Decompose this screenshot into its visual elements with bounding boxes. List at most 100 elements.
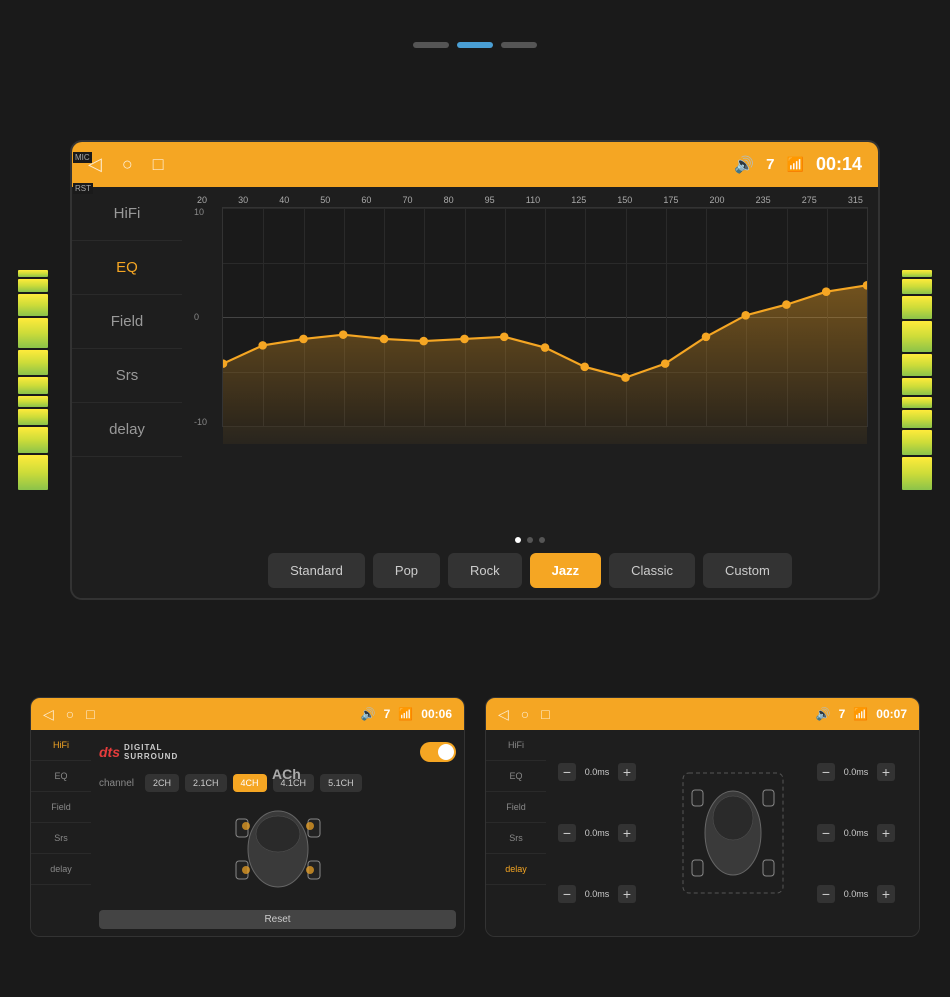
panel-left-time: 00:06 xyxy=(421,707,452,721)
delay-panel: ◁ ○ □ 🔊 7 📶 00:07 HiFi EQ Field Srs dela… xyxy=(485,697,920,937)
delay-row-rl: − 0.0ms + xyxy=(558,885,648,903)
delay-mr-plus[interactable]: + xyxy=(877,824,895,842)
surround-text: SURROUND xyxy=(124,752,178,761)
dts-panel: ◁ ○ □ 🔊 7 📶 00:06 HiFi EQ Field Srs dela… xyxy=(30,697,465,937)
preset-standard[interactable]: Standard xyxy=(268,553,365,588)
dts-main-content: dts DIGITAL SURROUND channel 2CH xyxy=(91,730,464,936)
eq-presets: Standard Pop Rock Jazz Classic Custom xyxy=(182,547,878,598)
preset-custom[interactable]: Custom xyxy=(703,553,792,588)
preset-jazz[interactable]: Jazz xyxy=(530,553,601,588)
dts-digital-surround: DIGITAL SURROUND xyxy=(124,743,178,761)
ach-label: ACh xyxy=(272,766,301,782)
dts-panel-body: HiFi EQ Field Srs delay dts DIGITAL SURR… xyxy=(31,730,464,936)
delay-row-ml: − 0.0ms + xyxy=(558,824,648,842)
delay-rl-value: 0.0ms xyxy=(580,889,614,899)
delay-ml-minus[interactable]: − xyxy=(558,824,576,842)
eq-page-dots xyxy=(182,537,878,543)
eq-dot-1[interactable] xyxy=(515,537,521,543)
panel-left-volume: 7 xyxy=(384,707,391,721)
delay-main-content: − 0.0ms + − 0.0ms + − 0.0ms + xyxy=(546,730,919,936)
delay-content: − 0.0ms + − 0.0ms + − 0.0ms + xyxy=(554,738,911,928)
delay-fl-plus[interactable]: + xyxy=(618,763,636,781)
panel-right-volume: 7 xyxy=(839,707,846,721)
nav-circle-icon[interactable]: ○ xyxy=(122,154,133,175)
delay-rr-plus[interactable]: + xyxy=(877,885,895,903)
delay-mr-minus[interactable]: − xyxy=(817,824,835,842)
sidebar-item-eq[interactable]: EQ xyxy=(72,241,182,295)
panel-left-signal: 📶 xyxy=(398,707,413,721)
delay-rl-minus[interactable]: − xyxy=(558,885,576,903)
panel-left-volume-icon: 🔊 xyxy=(361,707,376,721)
dts-sidebar-srs[interactable]: Srs xyxy=(31,823,91,854)
ch-2ch[interactable]: 2CH xyxy=(145,774,179,792)
delay-ml-plus[interactable]: + xyxy=(618,824,636,842)
panel-right-back[interactable]: ◁ xyxy=(498,706,509,723)
page-dot-3[interactable] xyxy=(501,42,537,48)
preset-pop[interactable]: Pop xyxy=(373,553,440,588)
dts-sidebar-field[interactable]: Field xyxy=(31,792,91,823)
ch-4ch[interactable]: 4CH xyxy=(233,774,267,792)
main-screen: ◁ ○ □ 🔊 7 📶 00:14 HiFi EQ Field Srs dela… xyxy=(70,140,880,600)
ch-21ch[interactable]: 2.1CH xyxy=(185,774,227,792)
delay-fr-value: 0.0ms xyxy=(839,767,873,777)
page-dot-2[interactable] xyxy=(457,42,493,48)
sidebar-item-hifi[interactable]: HiFi xyxy=(72,187,182,241)
panel-right-square[interactable]: □ xyxy=(541,706,549,722)
delay-fl-minus[interactable]: − xyxy=(558,763,576,781)
eq-bars-right xyxy=(902,270,932,490)
car-svg xyxy=(218,804,338,894)
page-indicators xyxy=(0,42,950,48)
panel-left-circle[interactable]: ○ xyxy=(66,706,74,722)
page-dot-1[interactable] xyxy=(413,42,449,48)
toggle-knob xyxy=(438,744,454,760)
panel-left-header-right: 🔊 7 📶 00:06 xyxy=(361,707,452,721)
dts-sidebar-hifi[interactable]: HiFi xyxy=(31,730,91,761)
delay-sidebar-srs[interactable]: Srs xyxy=(486,823,546,854)
delay-rl-plus[interactable]: + xyxy=(618,885,636,903)
header-bar: ◁ ○ □ 🔊 7 📶 00:14 xyxy=(72,142,878,187)
delay-fr-plus[interactable]: + xyxy=(877,763,895,781)
db-label-10: 10 xyxy=(194,207,207,217)
dts-sidebar-delay[interactable]: delay xyxy=(31,854,91,885)
dts-logo-row: dts DIGITAL SURROUND xyxy=(99,738,456,766)
dts-sidebar: HiFi EQ Field Srs delay xyxy=(31,730,91,936)
panel-right-circle[interactable]: ○ xyxy=(521,706,529,722)
delay-row-fl: − 0.0ms + xyxy=(558,763,648,781)
delay-mr-value: 0.0ms xyxy=(839,828,873,838)
eq-graph-area[interactable] xyxy=(222,207,868,427)
nav-square-icon[interactable]: □ xyxy=(153,154,164,175)
delay-car-svg xyxy=(678,768,788,898)
reset-button[interactable]: Reset xyxy=(99,910,456,929)
panel-left-square[interactable]: □ xyxy=(86,706,94,722)
delay-sidebar-hifi[interactable]: HiFi xyxy=(486,730,546,761)
delay-car-image xyxy=(648,742,817,924)
dts-sidebar-eq[interactable]: EQ xyxy=(31,761,91,792)
delay-rr-minus[interactable]: − xyxy=(817,885,835,903)
panel-right-signal: 📶 xyxy=(853,707,868,721)
ch-51ch[interactable]: 5.1CH xyxy=(320,774,362,792)
freq-labels: 20 30 40 50 60 70 80 95 110 125 150 175 … xyxy=(192,195,868,205)
preset-classic[interactable]: Classic xyxy=(609,553,695,588)
eq-dot-2[interactable] xyxy=(527,537,533,543)
delay-panel-header: ◁ ○ □ 🔊 7 📶 00:07 xyxy=(486,698,919,730)
sidebar-item-srs[interactable]: Srs xyxy=(72,349,182,403)
delay-sidebar-eq[interactable]: EQ xyxy=(486,761,546,792)
delay-row-fr: − 0.0ms + xyxy=(817,763,907,781)
dts-toggle[interactable] xyxy=(420,742,456,762)
preset-rock[interactable]: Rock xyxy=(448,553,522,588)
eq-dot-3[interactable] xyxy=(539,537,545,543)
panel-right-volume-icon: 🔊 xyxy=(816,707,831,721)
volume-icon: 🔊 xyxy=(734,155,754,175)
delay-fr-minus[interactable]: − xyxy=(817,763,835,781)
delay-sidebar-field[interactable]: Field xyxy=(486,792,546,823)
delay-sidebar: HiFi EQ Field Srs delay xyxy=(486,730,546,936)
delay-sidebar-delay[interactable]: delay xyxy=(486,854,546,885)
delay-panel-body: HiFi EQ Field Srs delay − 0.0ms + xyxy=(486,730,919,936)
signal-icon: 📶 xyxy=(787,156,804,173)
panel-left-back[interactable]: ◁ xyxy=(43,706,54,723)
panel-right-header-right: 🔊 7 📶 00:07 xyxy=(816,707,907,721)
digital-text: DIGITAL xyxy=(124,743,178,752)
sidebar-item-field[interactable]: Field xyxy=(72,295,182,349)
dts-brand-text: dts xyxy=(99,744,120,760)
sidebar-item-delay[interactable]: delay xyxy=(72,403,182,457)
